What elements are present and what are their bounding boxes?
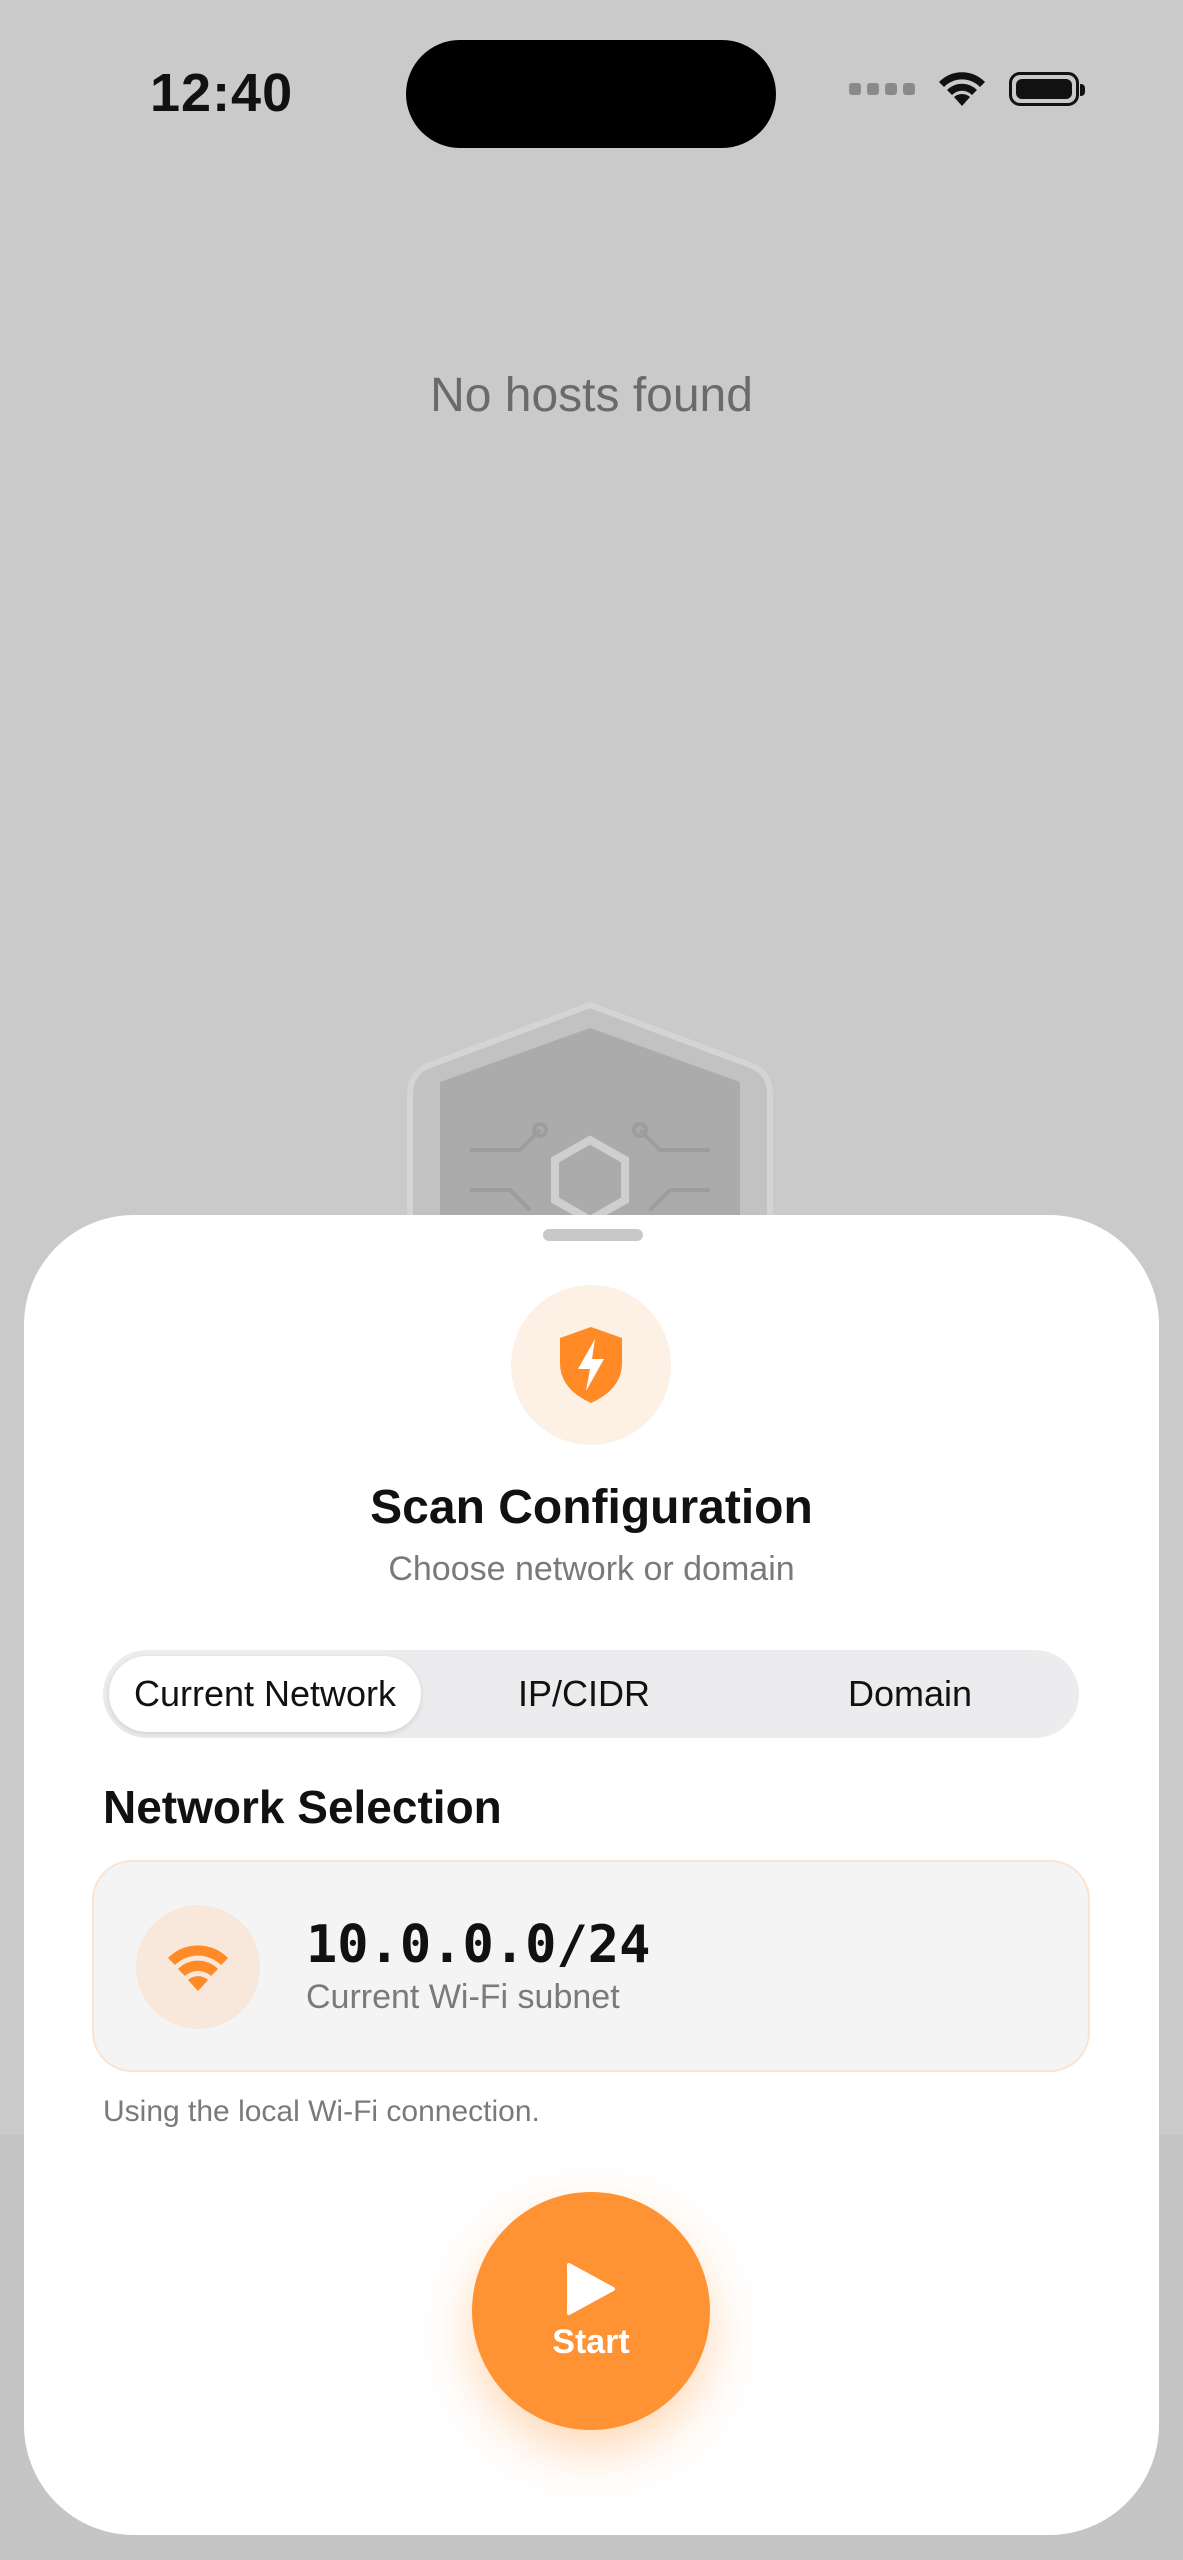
app-screen: 12:40 No hosts found Scan Configuration … [0,0,1183,2560]
status-indicators [849,70,1085,108]
play-icon [567,2262,615,2315]
empty-state-message: No hosts found [430,369,753,422]
scan-target-segmented-control: Current Network IP/CIDR Domain [103,1650,1079,1738]
start-label: Start [552,2322,630,2361]
status-time: 12:40 [150,63,294,123]
cellular-signal-icon [849,83,915,95]
shield-bolt-icon [560,1327,622,1403]
sheet-grabber[interactable] [543,1229,643,1241]
dynamic-island [406,40,776,148]
tab-ip-cidr[interactable]: IP/CIDR [421,1656,747,1732]
header-badge [511,1285,671,1445]
sheet-subtitle: Choose network or domain [388,1550,795,1588]
tab-domain[interactable]: Domain [747,1656,1073,1732]
sheet-title: Scan Configuration [370,1481,813,1534]
section-title: Network Selection [103,1781,502,1833]
subnet-value: 10.0.0.0/24 [306,1915,651,1975]
connection-hint: Using the local Wi-Fi connection. [103,2095,540,2128]
wifi-icon [168,1945,228,1991]
shield-illustration [350,1000,830,1220]
start-button[interactable]: Start [472,2192,710,2430]
tab-current-network[interactable]: Current Network [109,1656,421,1732]
wifi-badge [136,1905,260,2029]
battery-icon [1009,72,1085,106]
wifi-status-icon [939,72,985,106]
subnet-label: Current Wi-Fi subnet [306,1978,620,2016]
